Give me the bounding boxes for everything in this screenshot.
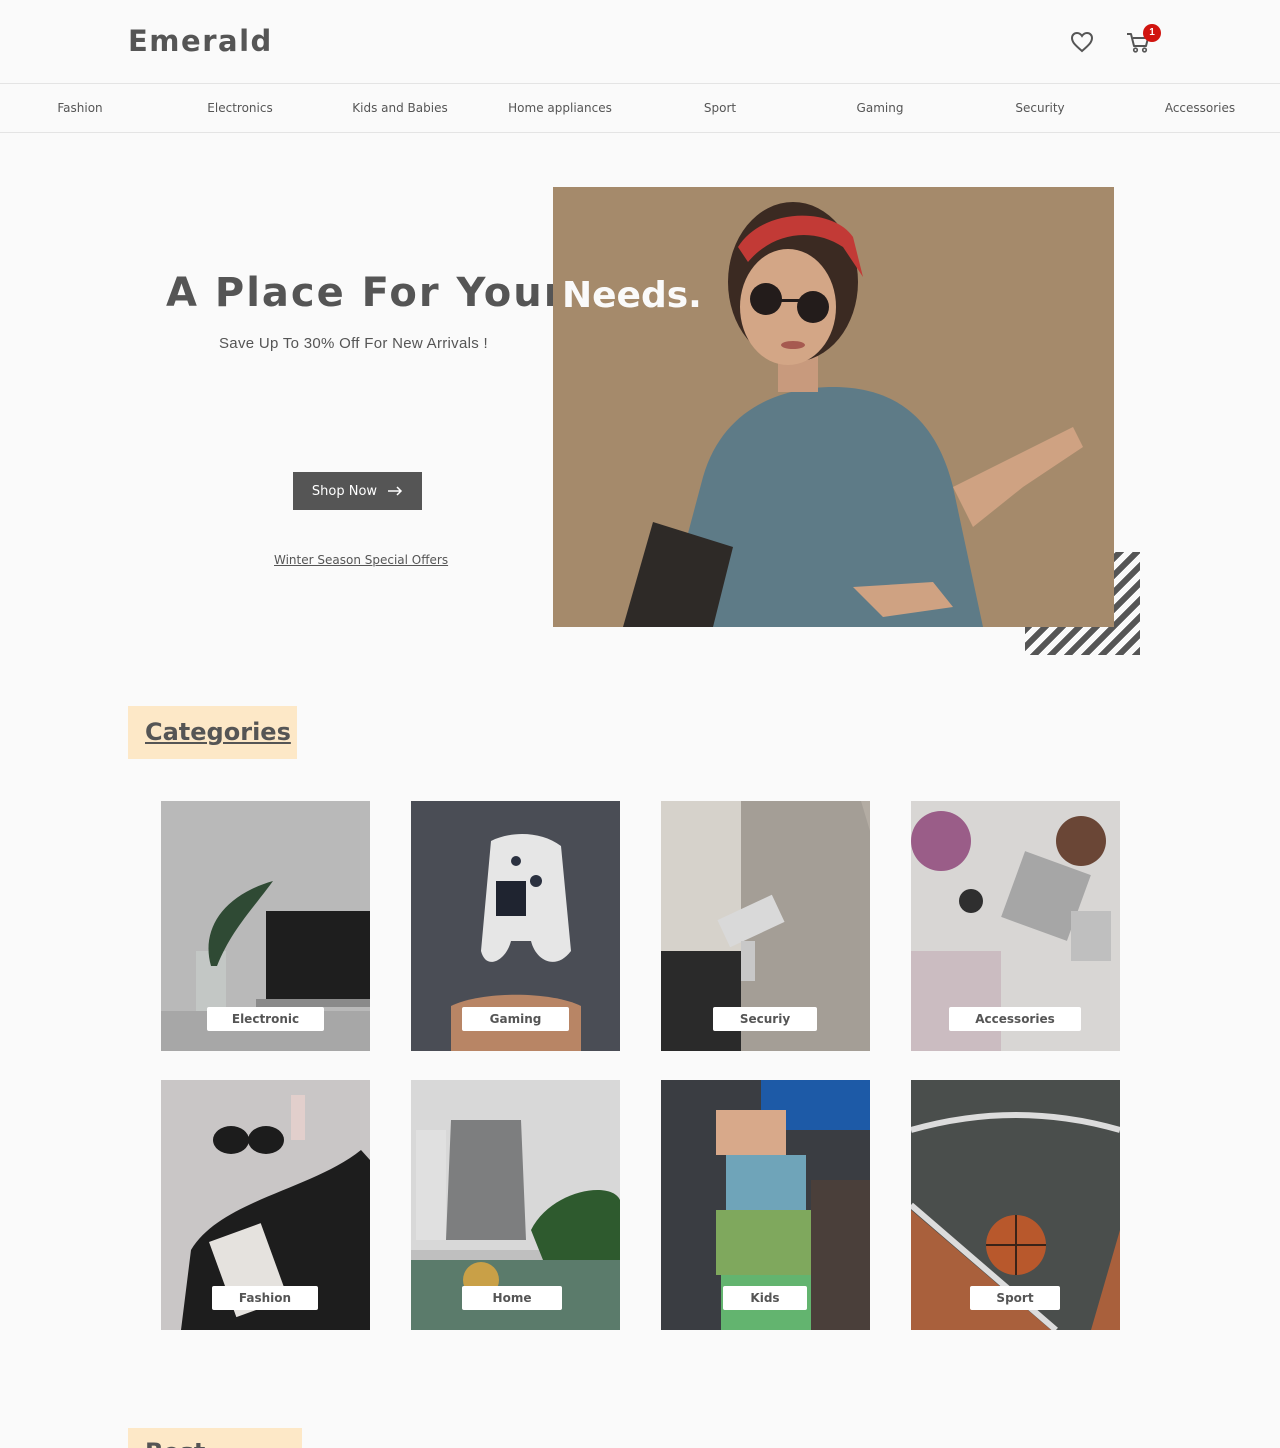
best-sellers-heading: Best Sellers bbox=[145, 1438, 302, 1448]
shop-now-button[interactable]: Shop Now bbox=[293, 472, 422, 510]
category-label-kids: Kids bbox=[723, 1286, 807, 1310]
arrow-right-icon bbox=[388, 486, 403, 496]
category-label-accessories: Accessories bbox=[949, 1007, 1081, 1031]
nav-item-sport[interactable]: Sport bbox=[640, 84, 800, 132]
cart-count-badge: 1 bbox=[1143, 24, 1161, 42]
shop-now-label: Shop Now bbox=[311, 483, 378, 499]
site-logo[interactable]: Emerald bbox=[128, 24, 273, 58]
category-label-electronic: Electronic bbox=[207, 1007, 324, 1031]
winter-offers-link[interactable]: Winter Season Special Offers bbox=[274, 553, 448, 567]
hero-image bbox=[553, 187, 1114, 627]
category-label-home: Home bbox=[462, 1286, 562, 1310]
category-card-sport[interactable]: Sport bbox=[911, 1080, 1120, 1330]
nav-item-home-appliances[interactable]: Home appliances bbox=[480, 84, 640, 132]
nav-item-electronics[interactable]: Electronics bbox=[160, 84, 320, 132]
category-nav: Fashion Electronics Kids and Babies Home… bbox=[0, 84, 1280, 133]
category-label-fashion: Fashion bbox=[212, 1286, 318, 1310]
site-header: Emerald 1 bbox=[0, 0, 1280, 84]
nav-item-gaming[interactable]: Gaming bbox=[800, 84, 960, 132]
category-card-kids[interactable]: Kids bbox=[661, 1080, 870, 1330]
hero-title-accent: Needs. bbox=[562, 275, 702, 316]
category-label-security: Securiy bbox=[713, 1007, 817, 1031]
category-card-fashion[interactable]: Fashion bbox=[161, 1080, 370, 1330]
category-card-accessories[interactable]: Accessories bbox=[911, 801, 1120, 1051]
categories-heading: Categories bbox=[145, 718, 291, 746]
hero-subtitle: Save Up To 30% Off For New Arrivals ! bbox=[219, 335, 488, 352]
category-label-gaming: Gaming bbox=[462, 1007, 569, 1031]
nav-item-fashion[interactable]: Fashion bbox=[0, 84, 160, 132]
category-card-gaming[interactable]: Gaming bbox=[411, 801, 620, 1051]
nav-item-security[interactable]: Security bbox=[960, 84, 1120, 132]
category-card-electronic[interactable]: Electronic bbox=[161, 801, 370, 1051]
category-card-home[interactable]: Home bbox=[411, 1080, 620, 1330]
best-sellers-heading-tag: Best Sellers bbox=[128, 1428, 302, 1448]
category-card-security[interactable]: Securiy bbox=[661, 801, 870, 1051]
nav-item-accessories[interactable]: Accessories bbox=[1120, 84, 1280, 132]
heart-icon[interactable] bbox=[1068, 28, 1096, 56]
categories-heading-tag: Categories bbox=[128, 706, 297, 759]
hero-title: A Place For Your bbox=[166, 270, 566, 316]
category-label-sport: Sport bbox=[970, 1286, 1060, 1310]
nav-item-kids-and-babies[interactable]: Kids and Babies bbox=[320, 84, 480, 132]
